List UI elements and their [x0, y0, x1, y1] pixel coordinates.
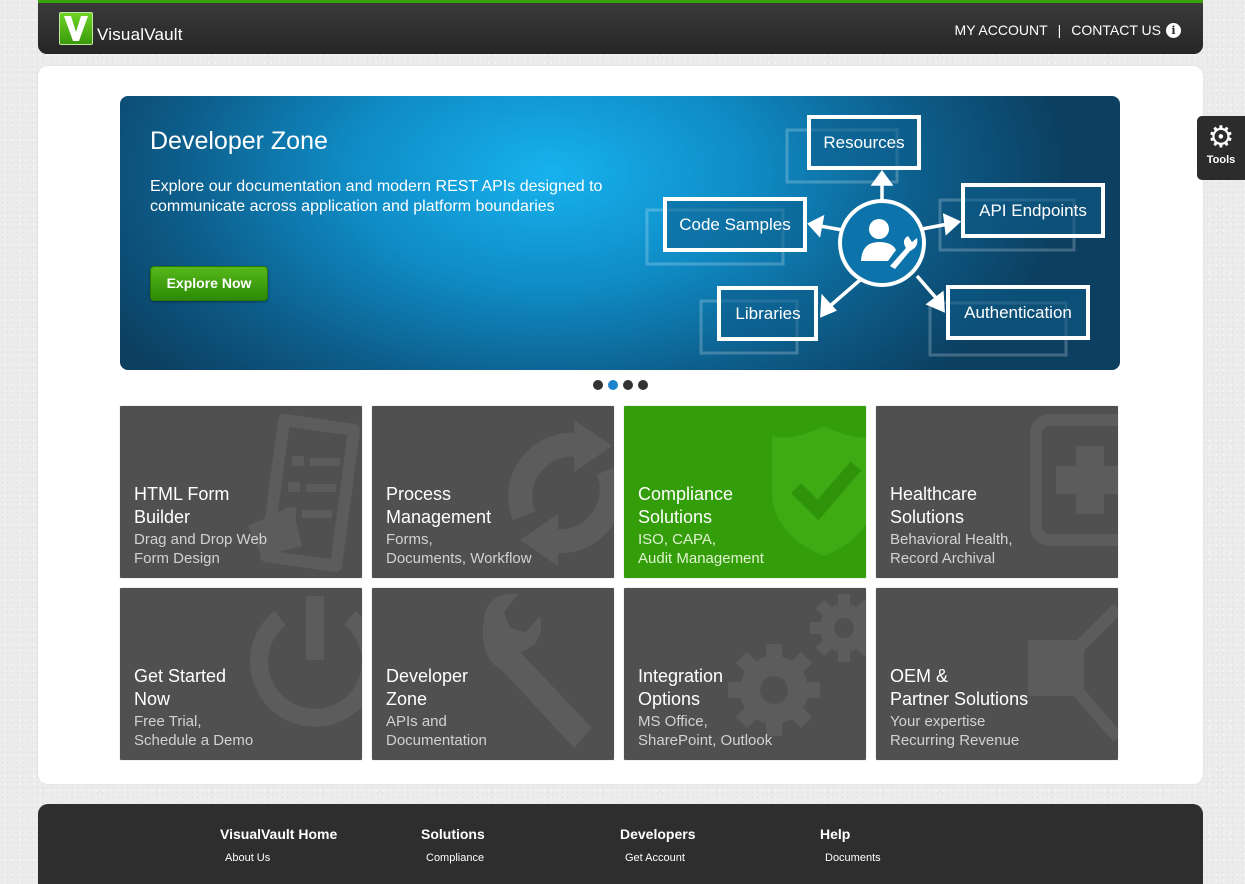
tile-healthcare-solutions[interactable]: Healthcare Solutions Behavioral Health, Re…: [876, 406, 1118, 578]
tile-compliance-solutions[interactable]: Compliance Solutions ISO, CAPA, Audit Mana…: [624, 406, 866, 578]
footer-column-solutions: Solutions Compliance: [421, 826, 485, 864]
tile-title: Integration Options: [638, 666, 724, 709]
explore-now-button[interactable]: Explore Now: [150, 266, 268, 301]
footer-link-documents[interactable]: Documents: [825, 852, 881, 864]
footer: VisualVault Home About Us Solutions Comp…: [38, 804, 1203, 884]
tile-subtitle: Behavioral Health, Record Archival: [890, 531, 1013, 567]
diagram-api-endpoints: API Endpoints: [979, 201, 1087, 220]
tile-oem-partner-solutions[interactable]: OEM & Partner Solutions Your expertise Rec…: [876, 588, 1118, 760]
tile-subtitle: Forms, Documents, Workflow: [386, 531, 532, 567]
carousel-dot[interactable]: [638, 380, 648, 390]
gear-icon: ⚙: [1207, 121, 1235, 154]
tile-title: OEM & Partner Solutions: [890, 666, 1029, 709]
carousel-dot[interactable]: [623, 380, 633, 390]
tile-title: Developer Zone: [386, 666, 469, 709]
footer-column-help: Help Documents: [820, 826, 881, 864]
tile-title: Healthcare Solutions: [890, 484, 978, 527]
contact-us-link[interactable]: CONTACT US: [1071, 22, 1161, 38]
info-icon[interactable]: i: [1166, 22, 1181, 38]
top-nav: MY ACCOUNT | CONTACT US i: [955, 22, 1181, 38]
footer-link-about-us[interactable]: About Us: [225, 852, 337, 864]
tile-subtitle: Free Trial, Schedule a Demo: [134, 713, 254, 749]
carousel-dot-active[interactable]: [608, 380, 618, 390]
diagram-authentication: Authentication: [964, 303, 1072, 322]
hero-description: Explore our documentation and modern RES…: [150, 178, 603, 215]
tile-developer-zone[interactable]: Developer Zone APIs and Documentation: [372, 588, 614, 760]
tile-subtitle: MS Office, SharePoint, Outlook: [638, 713, 773, 749]
my-account-link[interactable]: MY ACCOUNT: [955, 22, 1048, 38]
footer-heading: Solutions: [421, 826, 485, 842]
tile-title: Get Started Now: [134, 666, 227, 709]
diagram-code-samples: Code Samples: [679, 215, 791, 234]
tools-label: Tools: [1206, 154, 1236, 166]
tile-subtitle: APIs and Documentation: [386, 713, 487, 749]
tile-integration-options[interactable]: Integration Options MS Office, SharePoint,…: [624, 588, 866, 760]
footer-column-home: VisualVault Home About Us: [220, 826, 337, 864]
tile-process-management[interactable]: Process Management Forms, Documents, Workf…: [372, 406, 614, 578]
tile-subtitle: Your expertise Recurring Revenue: [890, 713, 1020, 749]
diagram-resources: Resources: [823, 133, 904, 152]
carousel-dots: [593, 380, 648, 390]
tile-html-form-builder[interactable]: HTML Form Builder Drag and Drop Web Form D…: [120, 406, 362, 578]
carousel-dot[interactable]: [593, 380, 603, 390]
hero-banner: Resources Code Samples API Endpoints Lib…: [120, 96, 1120, 370]
tile-title: HTML Form Builder: [134, 484, 230, 527]
footer-column-developers: Developers Get Account: [620, 826, 695, 864]
top-header: VisualVault MY ACCOUNT | CONTACT US i: [38, 0, 1203, 54]
footer-heading: VisualVault Home: [220, 826, 338, 842]
tile-subtitle: Drag and Drop Web Form Design: [134, 531, 268, 567]
footer-link-get-account[interactable]: Get Account: [625, 852, 695, 864]
logo-v-icon: [59, 12, 93, 45]
hero-title: Developer Zone: [150, 127, 328, 155]
nav-separator: |: [1057, 22, 1062, 38]
tile-title: Process Management: [386, 484, 492, 527]
footer-heading: Help: [820, 826, 851, 842]
diagram-libraries: Libraries: [735, 304, 800, 323]
visualvault-logo[interactable]: VisualVault: [59, 12, 183, 45]
tile-subtitle: ISO, CAPA, Audit Management: [638, 531, 764, 567]
tile-get-started-now[interactable]: Get Started Now Free Trial, Schedule a Dem…: [120, 588, 362, 760]
footer-heading: Developers: [620, 826, 696, 842]
logo-text: VisualVault: [97, 25, 183, 44]
tile-title: Compliance Solutions: [638, 484, 734, 527]
footer-link-compliance[interactable]: Compliance: [426, 852, 485, 864]
tools-button[interactable]: ⚙ Tools: [1197, 116, 1245, 180]
